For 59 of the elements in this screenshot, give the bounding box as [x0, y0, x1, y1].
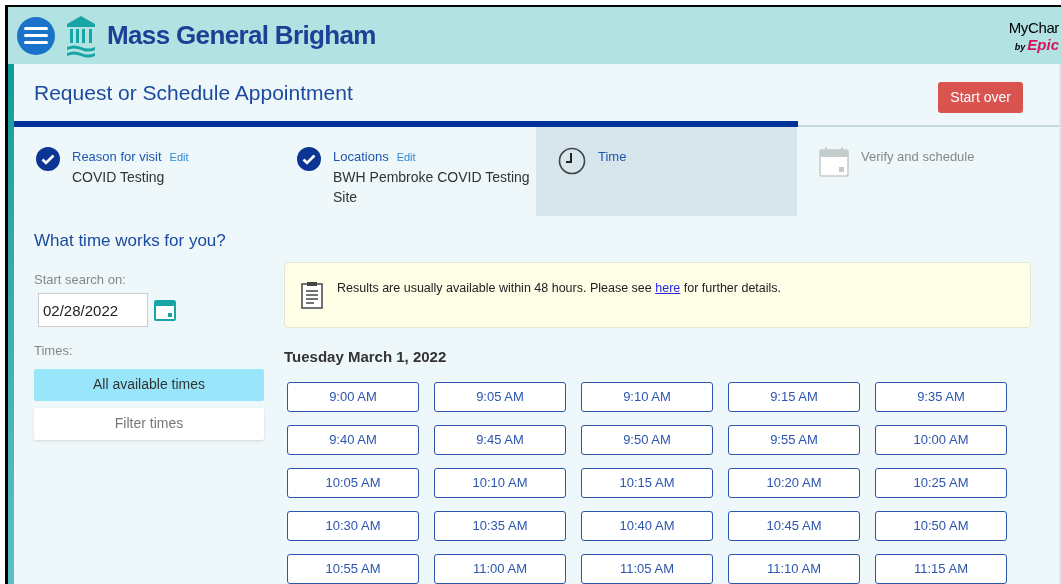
step-label: Reason for visit [72, 147, 162, 166]
time-slot-button[interactable]: 9:15 AM [728, 382, 860, 412]
time-slot-button[interactable]: 9:45 AM [434, 425, 566, 455]
time-slot-button[interactable]: 9:00 AM [287, 382, 419, 412]
time-slot-button[interactable]: 9:40 AM [287, 425, 419, 455]
menu-icon[interactable] [17, 16, 55, 55]
time-slot-button[interactable]: 11:05 AM [581, 554, 713, 584]
time-slot-button[interactable]: 10:05 AM [287, 468, 419, 498]
day-heading: Tuesday March 1, 2022 [284, 346, 448, 367]
time-slot-button[interactable]: 10:25 AM [875, 468, 1007, 498]
time-slot-button[interactable]: 9:35 AM [875, 382, 1007, 412]
time-slot-button[interactable]: 10:15 AM [581, 468, 713, 498]
check-circle-icon [36, 146, 60, 171]
time-slot-button[interactable]: 10:20 AM [728, 468, 860, 498]
clipboard-icon [301, 280, 323, 309]
step-value: BWH Pembroke COVID Testing Site [333, 167, 531, 207]
start-over-button[interactable]: Start over [938, 81, 1023, 113]
by-text: by [1014, 42, 1026, 52]
time-slot-button[interactable]: 9:50 AM [581, 425, 713, 455]
search-label: Start search on: [34, 270, 127, 289]
time-slot-button[interactable]: 10:50 AM [875, 511, 1007, 541]
time-slot-button[interactable]: 9:05 AM [434, 382, 566, 412]
calendar-icon[interactable] [154, 299, 176, 321]
time-slot-button[interactable]: 11:10 AM [728, 554, 860, 584]
edit-link[interactable]: Edit [396, 146, 416, 167]
time-slot-button[interactable]: 10:55 AM [287, 554, 419, 584]
step-value: COVID Testing [72, 167, 166, 187]
time-slot-button[interactable]: 10:35 AM [434, 511, 566, 541]
step-label: Time [598, 147, 627, 166]
time-slot-button[interactable]: 10:10 AM [434, 468, 566, 498]
time-slot-button[interactable]: 10:45 AM [728, 511, 860, 541]
time-slot-button[interactable]: 10:40 AM [581, 511, 713, 541]
times-filter-tab[interactable]: Filter times [34, 407, 264, 440]
time-slot-button[interactable]: 10:30 AM [287, 511, 419, 541]
building-logo-icon [65, 13, 97, 58]
here-link[interactable]: here [655, 280, 681, 295]
clock-icon [558, 146, 586, 175]
step-tab[interactable]: Reason for visit Edit COVID Testing [14, 126, 275, 216]
section-heading: What time works for you? [33, 230, 227, 252]
time-slot-button[interactable]: 11:00 AM [434, 554, 566, 584]
epic-logo-text: Epic [1027, 36, 1059, 52]
notice-text: Results are usually available within 48 hours. Please see here for further details. [337, 279, 782, 297]
mychart-logo-text: MyChar [1008, 19, 1059, 35]
times-label: Times: [34, 342, 74, 360]
step-label: Locations [333, 147, 389, 166]
time-slot-button[interactable]: 11:15 AM [875, 554, 1007, 584]
edit-link[interactable]: Edit [169, 146, 189, 167]
page-title: Request or Schedule Appointment [34, 79, 353, 106]
date-field[interactable]: 02/28/2022 [38, 293, 148, 327]
step-label: Verify and schedule [861, 147, 975, 166]
time-slot-button[interactable]: 9:55 AM [728, 425, 860, 455]
step-tab[interactable]: Locations Edit BWH Pembroke COVID Testing Site [275, 126, 536, 216]
calendar-icon [819, 146, 849, 177]
time-slot-button[interactable]: 10:00 AM [875, 425, 1007, 455]
times-filter-tab[interactable]: All available times [34, 368, 264, 401]
brand-name: Mass General Brigham [107, 19, 376, 52]
step-tab[interactable]: Time [536, 126, 797, 216]
time-slot-button[interactable]: 9:10 AM [581, 382, 713, 412]
check-circle-icon [297, 146, 321, 171]
